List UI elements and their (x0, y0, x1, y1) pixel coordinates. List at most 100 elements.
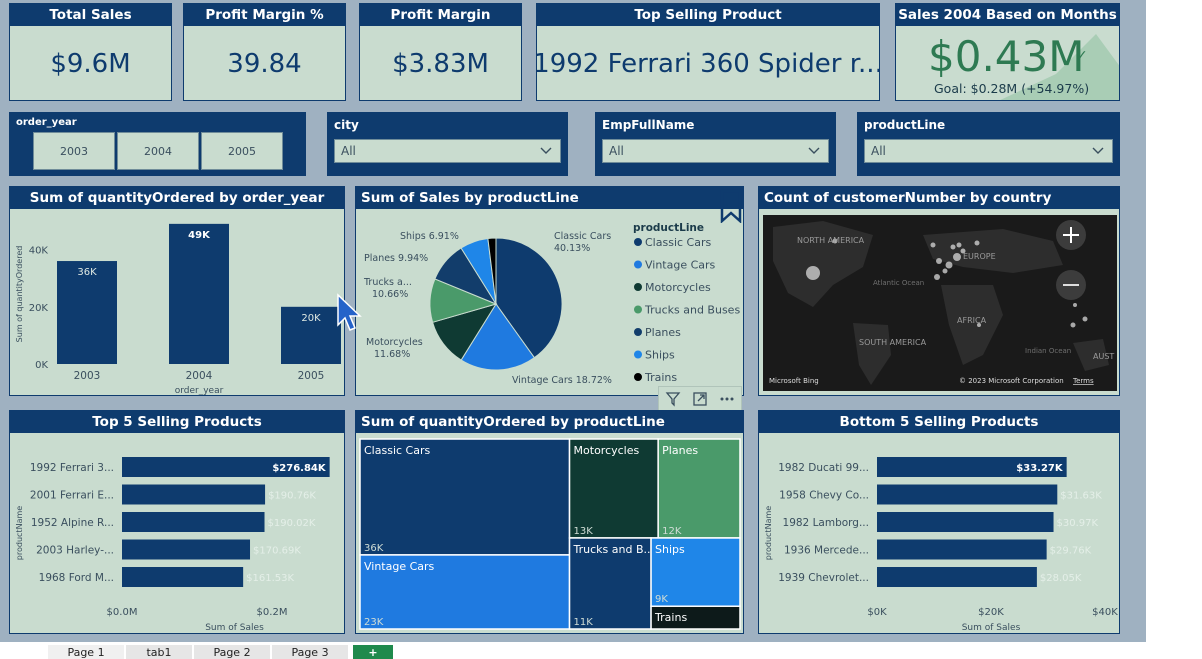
treemap-value: 13K (574, 526, 594, 537)
bar (122, 539, 251, 560)
kpi-value: 1992 Ferrari 360 Spider r... (537, 49, 879, 79)
chart-qty-by-productline[interactable]: Sum of quantityOrdered by productLine Cl… (355, 410, 744, 634)
pie-label: Classic Cars (554, 231, 611, 242)
year-button-2003[interactable]: 2003 (33, 132, 115, 170)
kpi-title: Sales 2004 Based on Months (896, 4, 1119, 26)
pie-label: 40.13% (554, 243, 590, 254)
filter-icon[interactable] (665, 391, 681, 407)
dropdown-value: All (341, 144, 356, 158)
zoom-out-icon[interactable] (1055, 269, 1087, 301)
slicer-title: productLine (864, 118, 946, 132)
x-tick-label: $20K (978, 607, 1004, 618)
y-tick-label: 0K (35, 360, 48, 371)
tab-tab1[interactable]: tab1 (126, 645, 192, 659)
tab-page-2[interactable]: Page 2 (194, 645, 270, 659)
kpi-title: Total Sales (10, 4, 171, 26)
year-button-2004[interactable]: 2004 (117, 132, 199, 170)
bar (122, 567, 244, 587)
x-tick-label: 2005 (298, 370, 325, 382)
treemap-value: 12K (662, 526, 682, 537)
map-label: Atlantic Ocean (873, 279, 924, 287)
tab-page-3[interactable]: Page 3 (272, 645, 348, 659)
focus-mode-icon[interactable] (692, 391, 708, 407)
slicer-title: EmpFullName (602, 118, 695, 132)
legend-marker (634, 260, 642, 269)
chart-customers-by-country[interactable]: Count of customerNumber by country NORTH… (758, 186, 1120, 396)
treemap-value: 23K (364, 617, 384, 628)
data-label: $28.05K (1040, 573, 1082, 584)
bar (877, 484, 1058, 505)
chevron-down-icon (808, 147, 820, 154)
slicer-empfullname: EmpFullName All (595, 112, 836, 176)
bar (122, 484, 266, 505)
x-axis-title: order_year (175, 386, 224, 396)
year-button-2005[interactable]: 2005 (201, 132, 283, 170)
treemap-label: Vintage Cars (364, 560, 435, 573)
chart-qty-by-year[interactable]: Sum of quantityOrdered by order_year 0K 2… (9, 186, 345, 396)
slicer-city: city All (327, 112, 568, 176)
kpi-title: Top Selling Product (537, 4, 879, 26)
legend-item: Planes (645, 326, 681, 339)
kpi-goal: Goal: $0.28M (+54.97%) (934, 81, 1090, 96)
y-axis-title: productName (15, 506, 24, 560)
chart-top5-products[interactable]: Top 5 Selling Products productName 1992 F… (9, 410, 345, 634)
more-options-icon[interactable] (719, 391, 735, 407)
treemap-label: Trains (654, 611, 687, 624)
treemap-value: 36K (364, 543, 384, 554)
chevron-down-icon (540, 147, 552, 154)
productline-dropdown[interactable]: All (864, 139, 1113, 163)
kpi-profit-margin[interactable]: Profit Margin $3.83M (359, 3, 522, 101)
slicer-order-year: order_year 2003 2004 2005 (9, 112, 306, 176)
kpi-value: $3.83M (392, 49, 489, 79)
tab-page-1[interactable]: Page 1 (48, 645, 124, 659)
y-axis-title: Sum of quantityOrdered (15, 246, 24, 343)
x-tick-label: 2004 (186, 370, 213, 382)
column-chart: 0K 20K 40K Sum of quantityOrdered 36K 2003 49K… (15, 223, 341, 396)
visual-header (658, 386, 742, 412)
pie-label: Trucks a... (363, 277, 412, 288)
kpi-profit-margin-pct[interactable]: Profit Margin % 39.84 (183, 3, 346, 101)
x-tick-label: $0.0M (107, 607, 138, 618)
map-label: Indian Ocean (1025, 347, 1071, 355)
zoom-in-icon[interactable] (1055, 219, 1087, 251)
map-label: NORTH AMERICA (797, 236, 865, 245)
bar (877, 567, 1037, 587)
y-tick-label: 1939 Chevrolet... (778, 572, 869, 584)
treemap-value: 11K (574, 617, 594, 628)
chart-sales-by-productline[interactable]: Sum of Sales by productLine Classic Cars… (355, 186, 744, 396)
report-canvas: Total Sales $9.6M Profit Margin % 39.84 … (0, 0, 1146, 642)
data-label: $276.84K (272, 463, 327, 474)
slicer-title: order_year (16, 117, 77, 128)
kpi-total-sales[interactable]: Total Sales $9.6M (9, 3, 172, 101)
chart-title: Bottom 5 Selling Products (759, 411, 1119, 433)
y-tick-label: 1982 Ducati 99... (778, 462, 869, 474)
pie-label: 11.68% (374, 349, 410, 360)
city-dropdown[interactable]: All (334, 139, 561, 163)
treemap-value: 9K (655, 594, 668, 605)
treemap-label: Motorcycles (574, 444, 640, 457)
chart-title: Count of customerNumber by country (759, 187, 1119, 209)
y-tick-label: 2003 Harley-... (36, 545, 114, 557)
y-tick-label: 1982 Lamborg... (783, 517, 869, 529)
map-terms-link[interactable]: Terms (1072, 377, 1094, 385)
data-label: 49K (188, 230, 211, 241)
y-tick-label: 1958 Chevy Co... (779, 490, 869, 502)
chevron-down-icon (1092, 147, 1104, 154)
data-label: $190.76K (268, 491, 316, 502)
map-label: SOUTH AMERICA (859, 338, 927, 347)
kpi-top-selling-product[interactable]: Top Selling Product 1992 Ferrari 360 Spi… (536, 3, 880, 101)
x-tick-label: $0.2M (257, 607, 288, 618)
add-page-button[interactable]: + (353, 645, 393, 659)
empfullname-dropdown[interactable]: All (602, 139, 829, 163)
chart-title: Sum of Sales by productLine (356, 187, 743, 209)
pie-chart: Classic Cars40.13%Vintage Cars 18.72%Mot… (363, 222, 740, 386)
kpi-title: Profit Margin (360, 4, 521, 26)
cursor-icon (337, 293, 362, 331)
y-tick-label: 20K (29, 303, 49, 314)
data-label: $190.02K (268, 518, 316, 529)
kpi-sales-2004[interactable]: Sales 2004 Based on Months $0.43M ✓ Goal… (895, 3, 1120, 101)
x-axis-title: Sum of Sales (205, 623, 264, 633)
chart-bottom5-products[interactable]: Bottom 5 Selling Products productName 198… (758, 410, 1120, 634)
right-margin (1146, 0, 1202, 659)
legend-title: productLine (633, 222, 704, 234)
